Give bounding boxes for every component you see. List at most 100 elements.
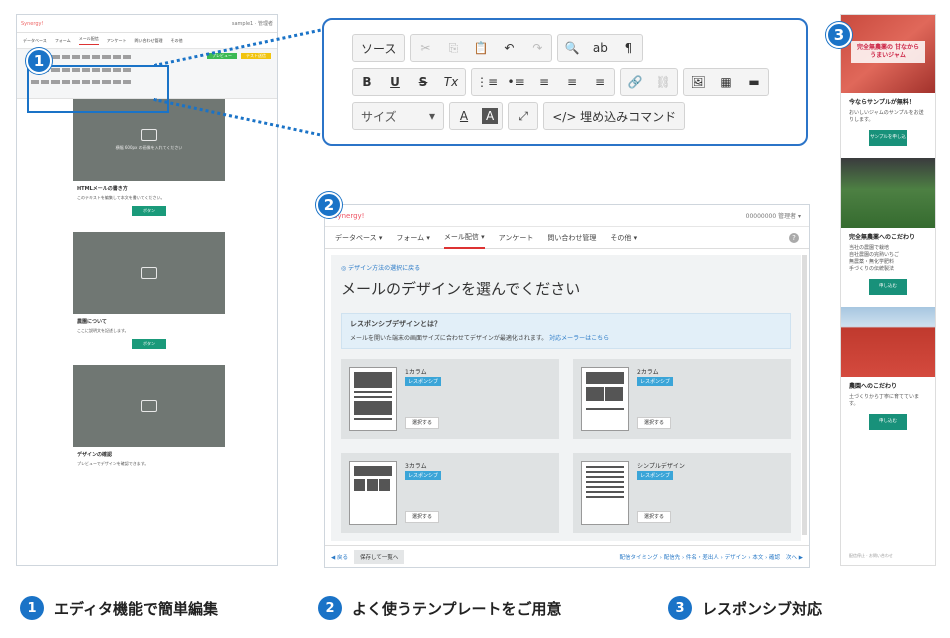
editor-nav-item[interactable]: 問い合わせ管理 — [135, 38, 163, 44]
info-link[interactable]: 対応メーラーはこちら — [549, 335, 609, 342]
editor-nav-item[interactable]: アンケート — [107, 38, 127, 44]
responsive-tag: レスポンシブ — [405, 377, 442, 386]
table-icon[interactable]: ▦ — [712, 69, 740, 95]
strawberry-banner-image: 完全無農薬の 甘なからうまいジャム — [841, 15, 935, 93]
content-block[interactable]: HTMLメールの書き方 このテキストを編集して本文を書いてください。 ボタン — [73, 181, 225, 226]
ordered-list-icon[interactable]: ⋮≡ — [472, 69, 502, 95]
caption-2: 2 よく使うテンプレートをご用意 — [318, 596, 562, 620]
block-title: HTMLメールの書き方 — [77, 186, 128, 192]
prev-link[interactable]: ◀ 戻る — [331, 553, 348, 561]
caption-text: エディタ機能で簡単編集 — [54, 599, 218, 618]
block-text: プレビューでデザインを確認できます。 — [77, 461, 149, 466]
list-item: 自社農園の完熟いちご — [849, 252, 900, 258]
editor-nav-item[interactable]: メール配信 — [78, 36, 99, 45]
content-block[interactable]: デザインの確認 プレビューでデザインを確認できます。 — [73, 447, 225, 472]
template-title: 2カラム — [637, 369, 659, 376]
editor-nav-item[interactable]: データベース — [23, 38, 47, 44]
image-icon — [141, 400, 157, 412]
maximize-icon[interactable]: ⤢ — [509, 103, 537, 129]
apply-button[interactable]: 申し込む — [869, 414, 907, 430]
template-card-1col[interactable]: 1カラム レスポンシブ 選択する — [341, 359, 559, 439]
template-card-3col[interactable]: 3カラム レスポンシブ 選択する — [341, 453, 559, 533]
save-button[interactable]: 保存して一覧へ — [353, 549, 405, 564]
section-title: 今ならサンプルが無料！ — [849, 99, 915, 106]
unlink-icon[interactable]: ⛓ — [649, 69, 677, 95]
align-center-icon[interactable]: ≡ — [558, 69, 586, 95]
editor-nav-item[interactable]: その他 — [171, 38, 183, 44]
section-subtitle: 当社の農園で栽培 — [849, 245, 890, 251]
image-placeholder[interactable] — [73, 365, 225, 447]
test-send-button[interactable]: テスト送信 — [241, 53, 271, 59]
farm-landscape-image — [841, 307, 935, 377]
block-button[interactable]: ボタン — [132, 206, 166, 216]
nav-database[interactable]: データベース ▾ — [335, 233, 382, 243]
template-title: シンプルデザイン — [637, 463, 685, 470]
mobile-section: 今ならサンプルが無料！ おいしいジャムのサンプルをお送りします。 サンプルを申し… — [841, 93, 935, 158]
apply-button[interactable]: 申し込む — [869, 279, 907, 295]
select-button[interactable]: 選択する — [405, 511, 439, 523]
select-button[interactable]: 選択する — [637, 511, 671, 523]
sample-request-button[interactable]: サンプルを申し込む — [869, 130, 907, 156]
template-title: 1カラム — [405, 369, 427, 376]
template-card-simple[interactable]: シンプルデザイン レスポンシブ 選択する — [573, 453, 791, 533]
bg-color-icon[interactable]: A — [482, 108, 499, 124]
account-menu[interactable]: 00000000 管理者 ▾ — [746, 211, 801, 220]
toolbar-highlight — [27, 65, 169, 113]
strikethrough-icon[interactable]: S — [409, 69, 437, 95]
responsive-tag: レスポンシブ — [405, 471, 442, 480]
template-thumbnail — [581, 367, 629, 431]
editor-account: sample1 · 管理者 — [231, 21, 273, 27]
align-left-icon[interactable]: ≡ — [530, 69, 558, 95]
badge-1: 1 — [26, 48, 52, 74]
help-icon[interactable]: ? — [789, 232, 799, 243]
underline-icon[interactable]: U — [381, 69, 409, 95]
format-icon[interactable]: ¶ — [614, 35, 642, 61]
nav-other[interactable]: その他 ▾ — [610, 233, 637, 243]
back-link[interactable]: ◎ デザイン方法の選択に戻る — [341, 263, 791, 272]
select-button[interactable]: 選択する — [637, 417, 671, 429]
banner-text: 完全無農薬の 甘なからうまいジャム — [851, 41, 925, 63]
copy-icon[interactable]: ⎘ — [439, 35, 467, 61]
select-button[interactable]: 選択する — [405, 417, 439, 429]
block-button[interactable]: ボタン — [132, 339, 166, 349]
editor-screenshot: Synergy! sample1 · 管理者 データベース フォーム メール配信… — [16, 14, 278, 566]
search-icon[interactable]: 🔍 — [558, 35, 586, 61]
image-icon — [141, 267, 157, 279]
responsive-tag: レスポンシブ — [637, 377, 674, 386]
source-button[interactable]: ソース — [353, 35, 404, 61]
badge-3: 3 — [826, 22, 852, 48]
replace-icon[interactable]: ab — [586, 35, 614, 61]
remove-format-icon[interactable]: Tx — [437, 69, 465, 95]
cut-icon[interactable]: ✂ — [411, 35, 439, 61]
link-icon[interactable]: 🔗 — [621, 69, 649, 95]
caption-number: 2 — [318, 596, 342, 620]
text-color-icon[interactable]: A — [450, 103, 478, 129]
undo-icon[interactable]: ↶ — [495, 35, 523, 61]
content-block[interactable]: 農園について ここに説明文を記述します。 ボタン — [73, 314, 225, 359]
nav-survey[interactable]: アンケート — [499, 233, 534, 243]
embed-command-button[interactable]: </> 埋め込みコマンド — [544, 103, 684, 129]
block-text: このテキストを編集して本文を書いてください。 — [77, 195, 165, 200]
nav-mail[interactable]: メール配信 ▾ — [443, 227, 485, 249]
redo-icon[interactable]: ↷ — [523, 35, 551, 61]
editor-canvas: 横幅 600px の画像を入れてください HTMLメールの書き方 このテキストを… — [73, 99, 225, 472]
paste-icon[interactable]: 📋 — [467, 35, 495, 61]
font-size-select[interactable]: サイズ ▾ — [353, 103, 443, 129]
bullet-list-icon[interactable]: •≡ — [502, 69, 530, 95]
bold-icon[interactable]: B — [353, 69, 381, 95]
caption-3: 3 レスポンシブ対応 — [668, 596, 822, 620]
nav-form[interactable]: フォーム ▾ — [396, 233, 430, 243]
editor-nav-item[interactable]: フォーム — [55, 38, 71, 44]
nav-inquiry[interactable]: 問い合わせ管理 — [547, 233, 596, 243]
info-title: レスポンシブデザインとは？ — [350, 320, 441, 328]
image-icon[interactable]: 🖼 — [684, 69, 712, 95]
main-nav: データベース ▾ フォーム ▾ メール配信 ▾ アンケート 問い合わせ管理 その… — [325, 227, 809, 249]
next-link[interactable]: 次へ ▶ — [786, 553, 803, 561]
image-placeholder[interactable] — [73, 232, 225, 314]
horizontal-rule-icon[interactable]: ▬ — [740, 69, 768, 95]
mobile-section: 農園へのこだわり 土づくりから丁寧に育てています。 申し込む — [841, 377, 935, 442]
align-right-icon[interactable]: ≡ — [586, 69, 614, 95]
template-card-2col[interactable]: 2カラム レスポンシブ 選択する — [573, 359, 791, 439]
page-title: メールのデザインを選んでください — [341, 280, 581, 298]
scrollbar[interactable] — [802, 255, 807, 535]
